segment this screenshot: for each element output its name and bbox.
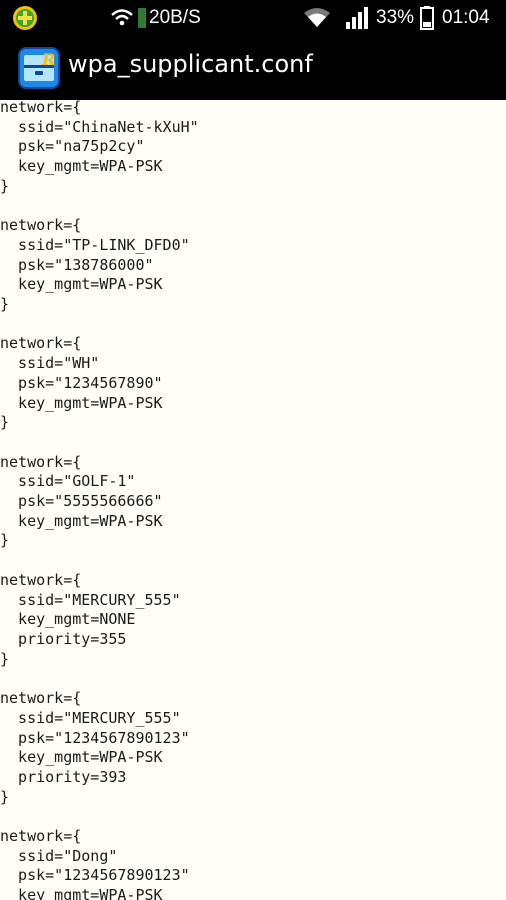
signal-icon [346, 0, 368, 36]
page-title: wpa_supplicant.conf [68, 50, 313, 78]
clock: 01:04 [442, 7, 490, 28]
root-explorer-icon[interactable]: R [18, 47, 60, 89]
data-rate-label: 20B/S [149, 7, 201, 28]
file-viewer[interactable]: network={ ssid="ChinaNet-kXuH" psk="na75… [0, 100, 506, 900]
wifi-icon [304, 0, 330, 36]
battery-percent-wrap: 33% [376, 0, 414, 36]
status-bar: 20B/S 33% 01:04 [0, 0, 506, 36]
battery-icon [420, 0, 434, 36]
clock-wrap: 01:04 [442, 0, 490, 36]
data-rate-indicator: 20B/S [138, 0, 201, 36]
wifi-hotspot-icon [110, 0, 134, 36]
battery-percent: 33% [376, 7, 415, 28]
file-content[interactable]: network={ ssid="ChinaNet-kXuH" psk="na75… [0, 100, 199, 900]
title-bar: R wpa_supplicant.conf [0, 36, 506, 103]
svg-text:R: R [41, 50, 55, 69]
app-notification-icon [12, 0, 38, 36]
